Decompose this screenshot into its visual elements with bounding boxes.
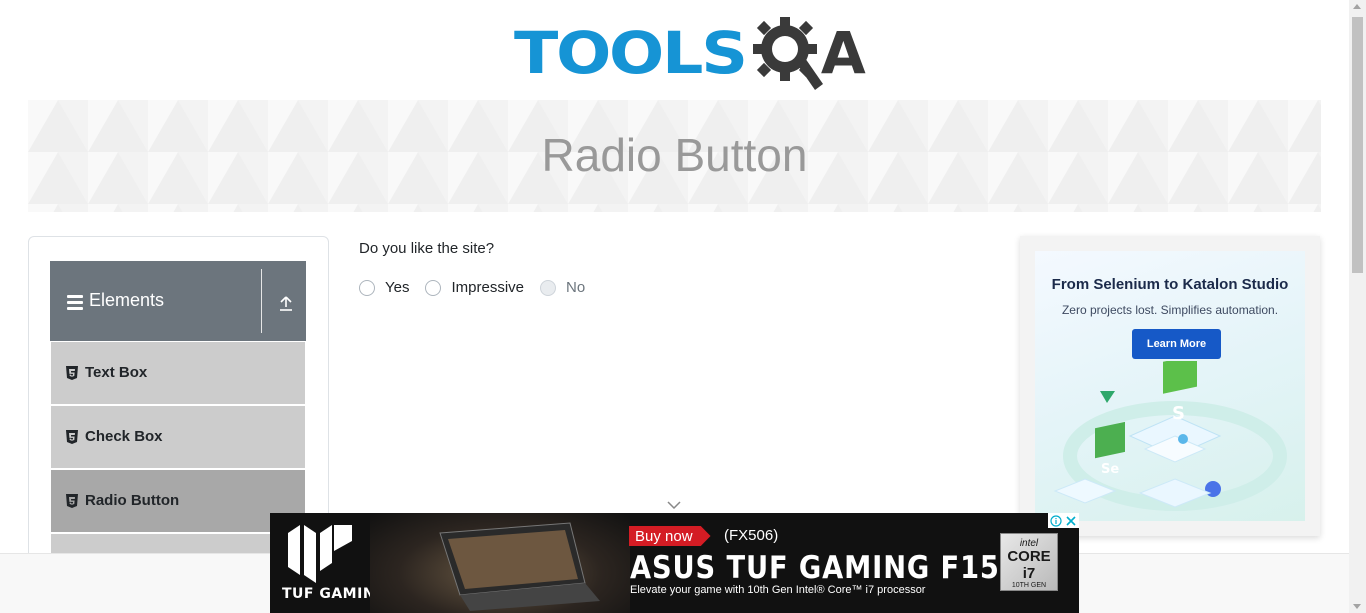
learn-more-button[interactable]: Learn More xyxy=(1132,329,1221,359)
sidebar-item-radio-button[interactable]: Radio Button xyxy=(51,470,305,532)
gear-magnifier-icon xyxy=(752,17,823,90)
ad-headline: ASUS TUF GAMING F15 xyxy=(630,550,1000,586)
ad-info-icon[interactable] xyxy=(1048,513,1063,528)
scroll-up-icon[interactable] xyxy=(1353,4,1361,9)
sidebar-item-label: Text Box xyxy=(85,364,148,381)
page: TOOLS A Radio Button Elements Text Box C… xyxy=(0,0,1366,613)
page-title: Radio Button xyxy=(541,129,808,181)
menu-icon xyxy=(67,295,83,313)
sidebar-item-label: Radio Button xyxy=(85,492,180,509)
html5-icon xyxy=(66,366,78,380)
ad-headline: From Selenium to Katalon Studio xyxy=(1051,276,1289,293)
ad-tagline: Elevate your game with 10th Gen Intel® C… xyxy=(630,584,926,596)
vertical-scrollbar[interactable] xyxy=(1349,0,1366,613)
intel-badge-main: CORE i7 xyxy=(1007,548,1051,582)
radio-label[interactable]: Impressive xyxy=(451,279,524,296)
chevron-down-icon[interactable] xyxy=(667,500,681,510)
radio-circle[interactable] xyxy=(425,279,442,296)
page-banner: Radio Button xyxy=(28,100,1321,212)
svg-text:S: S xyxy=(1172,403,1185,424)
side-advertisement[interactable]: From Selenium to Katalon Studio Zero pro… xyxy=(1020,236,1320,536)
ad-laptop-scene xyxy=(370,513,630,613)
logo-tools-text: TOOLS xyxy=(514,19,748,87)
html5-icon xyxy=(66,494,78,508)
ad-panel: From Selenium to Katalon Studio Zero pro… xyxy=(1035,251,1305,521)
radio-yes[interactable]: Yes xyxy=(359,279,409,296)
scrollbar-thumb[interactable] xyxy=(1352,17,1363,273)
sidebar-group-elements[interactable]: Elements xyxy=(50,261,306,341)
radio-no: No xyxy=(540,279,585,296)
radio-label[interactable]: Yes xyxy=(385,279,409,296)
ad-close-icon[interactable] xyxy=(1063,513,1079,528)
svg-text:Se: Se xyxy=(1101,462,1119,477)
toolsqa-logo[interactable]: TOOLS A xyxy=(514,14,866,92)
ad-model: (FX506) xyxy=(724,527,779,544)
collapse-arrow-icon[interactable] xyxy=(278,295,294,311)
buy-now-button[interactable]: Buy now xyxy=(629,526,711,546)
ad-subtext: Zero projects lost. Simplifies automatio… xyxy=(1061,303,1279,317)
intel-badge-bottom: 10TH GEN xyxy=(1011,582,1047,589)
ad-illustration: S Se xyxy=(1053,361,1287,511)
html5-icon xyxy=(66,430,78,444)
logo-a-text: A xyxy=(820,19,866,87)
question-label: Do you like the site? xyxy=(359,240,495,257)
logo-qa: A xyxy=(752,14,866,92)
header-divider xyxy=(261,269,262,333)
radio-group: Yes Impressive No xyxy=(359,279,601,296)
radio-impressive[interactable]: Impressive xyxy=(425,279,524,296)
sidebar-item-text-box[interactable]: Text Box xyxy=(51,342,305,404)
radio-circle[interactable] xyxy=(359,279,375,296)
tuf-logo-icon xyxy=(288,525,352,583)
radio-label: No xyxy=(566,279,586,296)
sidebar-group-label: Elements xyxy=(89,290,165,310)
scroll-down-icon[interactable] xyxy=(1353,604,1361,609)
sidebar-item-label: Check Box xyxy=(85,428,163,445)
sidebar-item-check-box[interactable]: Check Box xyxy=(51,406,305,468)
intel-badge: intel CORE i7 10TH GEN xyxy=(1000,533,1058,591)
bottom-advertisement[interactable]: TUF GAMING Buy now (FX506) ASUS TUF GAMI… xyxy=(270,513,1079,613)
radio-circle xyxy=(540,279,557,296)
